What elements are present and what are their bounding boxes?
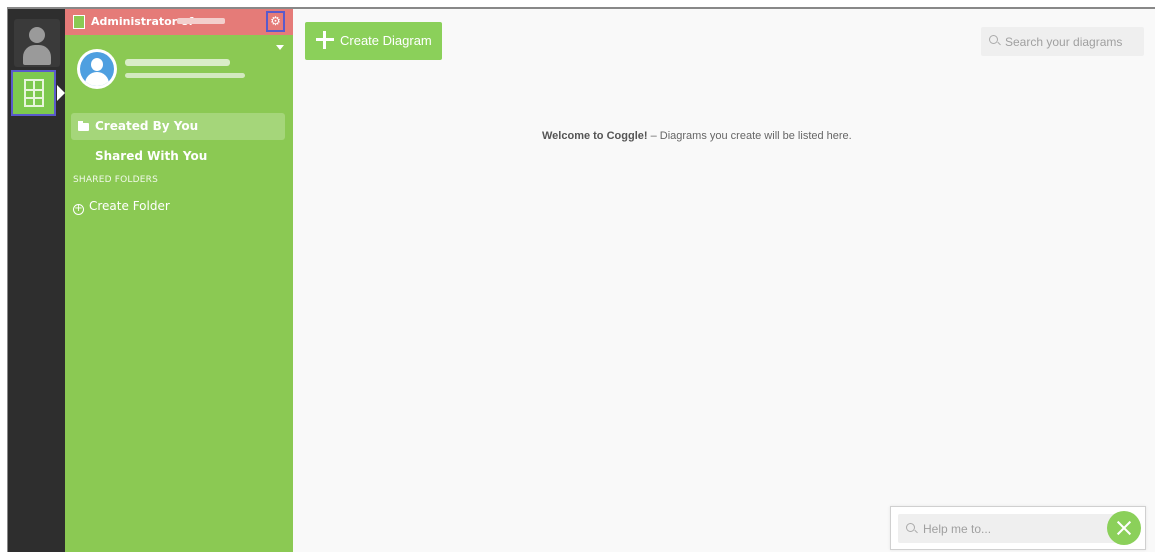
sidebar-header: Administrator of ⚙ bbox=[65, 9, 293, 35]
create-diagram-button[interactable]: Create Diagram bbox=[305, 22, 442, 60]
gear-icon[interactable]: ⚙ bbox=[266, 11, 285, 32]
app-window: Administrator of ⚙ Created By You Shared… bbox=[7, 7, 1155, 552]
nav-created-by-you-label: Created By You bbox=[95, 119, 199, 133]
search-input[interactable] bbox=[1005, 27, 1140, 56]
search-icon bbox=[906, 523, 915, 532]
diagram-grid-icon bbox=[24, 79, 44, 107]
left-rail bbox=[8, 9, 65, 552]
close-icon[interactable] bbox=[1107, 511, 1141, 545]
welcome-title: Welcome to Coggle! bbox=[542, 130, 648, 142]
search-icon bbox=[989, 35, 998, 44]
sidebar: Administrator of ⚙ Created By You Shared… bbox=[65, 9, 293, 552]
diagrams-tab[interactable] bbox=[11, 70, 56, 116]
help-search bbox=[898, 514, 1120, 543]
create-folder-button[interactable]: + Create Folder bbox=[73, 199, 170, 215]
redacted-user-name bbox=[125, 59, 230, 66]
folder-icon bbox=[78, 121, 89, 131]
search-box bbox=[981, 27, 1144, 56]
welcome-text: – Diagrams you create will be listed her… bbox=[647, 130, 852, 142]
redacted-org-name bbox=[177, 18, 225, 24]
redacted-user-email bbox=[125, 73, 245, 78]
help-input[interactable] bbox=[923, 514, 1113, 543]
user-icon[interactable] bbox=[14, 19, 60, 67]
active-tab-pointer bbox=[57, 85, 65, 101]
nav-created-by-you[interactable]: Created By You bbox=[71, 113, 285, 140]
help-widget bbox=[890, 506, 1146, 550]
avatar-icon[interactable] bbox=[77, 49, 117, 89]
shared-folders-heading: SHARED FOLDERS bbox=[73, 175, 159, 185]
plus-circle-icon: + bbox=[73, 203, 84, 215]
create-folder-label: Create Folder bbox=[89, 199, 170, 213]
dropdown-caret-icon[interactable] bbox=[276, 45, 284, 50]
plus-icon bbox=[315, 30, 335, 50]
welcome-message: Welcome to Coggle! – Diagrams you create… bbox=[542, 130, 852, 142]
nav-shared-with-you[interactable]: Shared With You bbox=[95, 149, 207, 163]
create-diagram-label: Create Diagram bbox=[340, 33, 432, 48]
document-icon bbox=[73, 15, 85, 29]
